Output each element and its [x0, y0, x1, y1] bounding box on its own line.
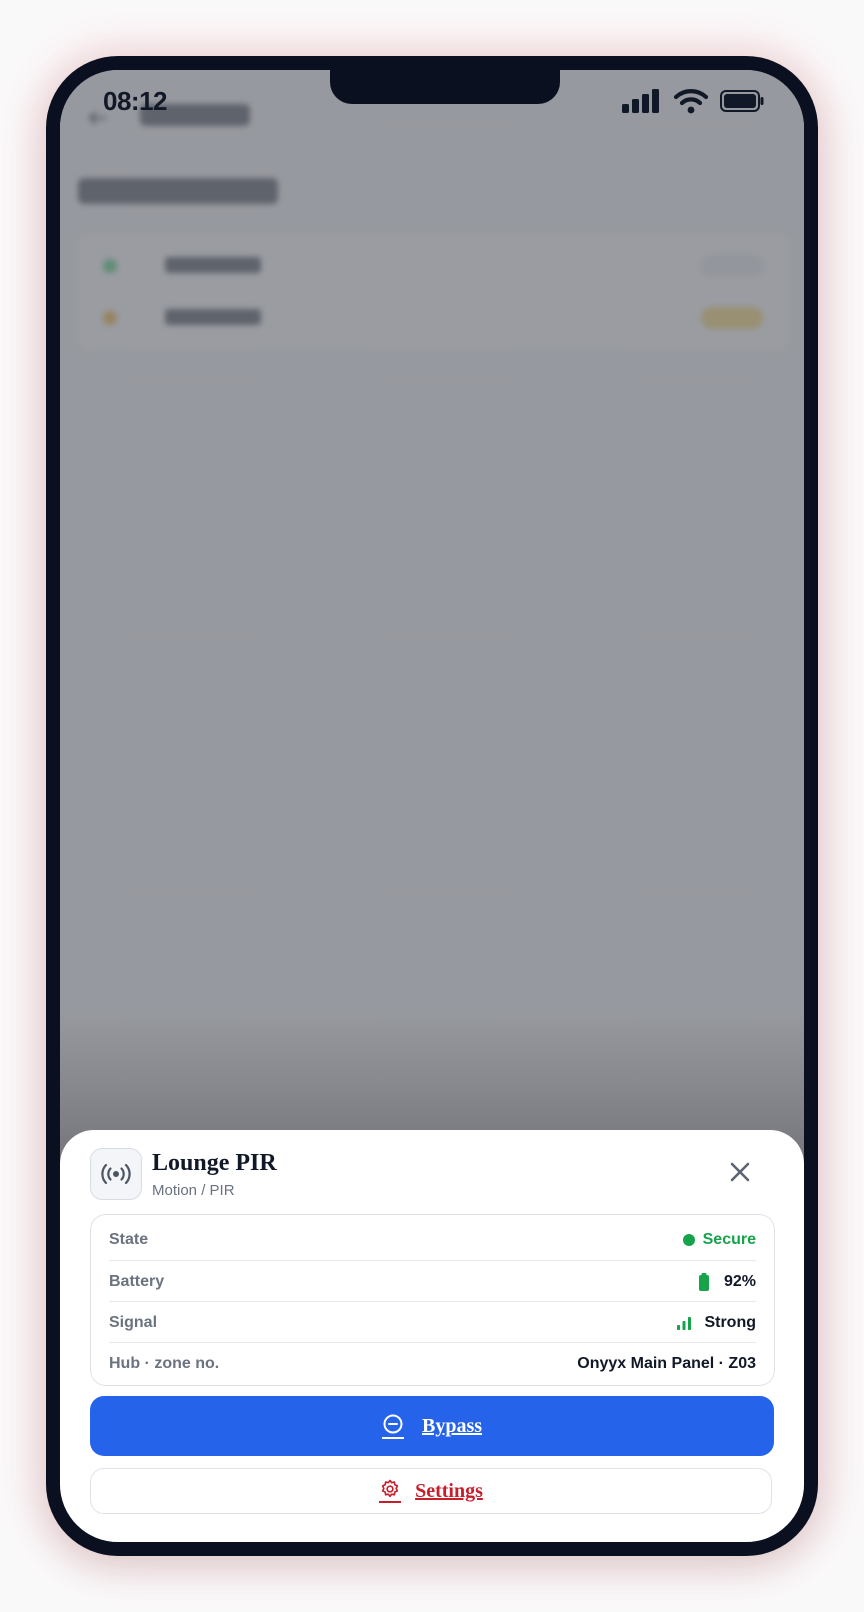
status-icons — [622, 88, 764, 114]
state-value: Secure — [702, 1230, 756, 1248]
phone-screen: 08:12 Lounge PIR Motion / PIR State Secu… — [60, 70, 804, 1542]
signal-bars-icon — [677, 1316, 692, 1330]
detail-value: Secure — [682, 1230, 756, 1249]
detail-value: 92% — [698, 1272, 756, 1291]
detail-label: State — [109, 1230, 149, 1248]
wireless-sensor-icon — [90, 1148, 142, 1200]
bypass-button[interactable]: Bypass — [90, 1396, 774, 1456]
detail-label: Battery — [109, 1272, 165, 1290]
battery-value: 92% — [723, 1272, 756, 1290]
zone-detail-sheet: Lounge PIR Motion / PIR State Secure Bat… — [60, 1130, 804, 1542]
signal-value: Strong — [704, 1313, 756, 1331]
detail-label: Signal — [109, 1313, 158, 1331]
gear-icon — [379, 1479, 402, 1503]
detail-row-state: State Secure — [109, 1219, 756, 1260]
detail-row-signal: Signal Strong — [109, 1301, 756, 1343]
status-time: 08:12 — [103, 86, 168, 116]
battery-icon — [720, 90, 764, 112]
detail-label: Hub · zone no. — [109, 1354, 220, 1372]
battery-level-icon — [698, 1272, 709, 1291]
cellular-signal-icon — [622, 89, 659, 113]
settings-button[interactable]: Settings — [90, 1468, 772, 1514]
sheet-title: Lounge PIR — [152, 1150, 277, 1176]
status-dot-icon — [682, 1233, 695, 1246]
settings-button-label: Settings — [415, 1479, 483, 1502]
close-icon — [730, 1162, 750, 1182]
minus-circle-icon — [381, 1413, 404, 1439]
hub-zone-value: Onyyx Main Panel · Z03 — [577, 1354, 756, 1372]
wifi-icon — [674, 89, 708, 114]
phone-frame: 08:12 Lounge PIR Motion / PIR State Secu… — [46, 56, 818, 1556]
detail-value: Strong — [676, 1314, 756, 1332]
detail-row-hub: Hub · zone no. Onyyx Main Panel · Z03 — [109, 1342, 756, 1384]
detail-row-battery: Battery 92% — [109, 1260, 756, 1302]
status-bar: 08:12 — [60, 70, 804, 130]
sheet-subtitle: Motion / PIR — [152, 1182, 235, 1199]
close-button[interactable] — [724, 1156, 756, 1188]
bypass-button-label: Bypass — [421, 1414, 483, 1437]
zone-details-card: State Secure Battery 92% Signal Strong H… — [90, 1214, 775, 1386]
